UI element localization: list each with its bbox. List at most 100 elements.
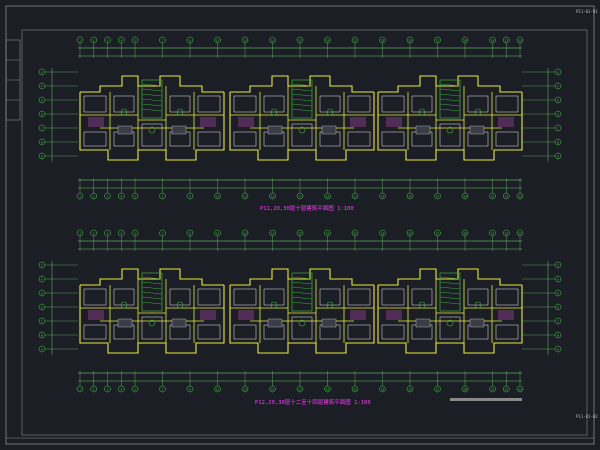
grid-bubble-label: G bbox=[41, 70, 43, 74]
grid-bubble-label: 4 bbox=[120, 195, 122, 199]
grid-bubble-label: 2 bbox=[93, 195, 95, 199]
grid-bubble-label: 29 bbox=[463, 232, 467, 236]
grid-bubble-label: D bbox=[41, 305, 43, 309]
grid-bubble-label: 23 bbox=[381, 195, 385, 199]
grid-bubble-label: 2 bbox=[93, 232, 95, 236]
grid-bubble-label: 17 bbox=[298, 232, 302, 236]
grid-bubble-label: D bbox=[557, 305, 559, 309]
grid-bubble-label: 7 bbox=[162, 195, 164, 199]
grid-bubble-label: 21 bbox=[353, 39, 357, 43]
grid-bubble-label: 33 bbox=[518, 388, 522, 392]
grid-bubble-label: 19 bbox=[326, 232, 330, 236]
grid-bubble-label: C bbox=[557, 319, 559, 323]
grid-bubble-label: 3 bbox=[107, 388, 109, 392]
grid-bubble-label: G bbox=[41, 263, 43, 267]
grid-bubble-label: 33 bbox=[518, 195, 522, 199]
grid-bubble-label: 27 bbox=[436, 39, 440, 43]
grid-bubble-label: 32 bbox=[504, 39, 508, 43]
grid-bubble-label: 21 bbox=[353, 232, 357, 236]
grid-bubble-label: 11 bbox=[216, 388, 220, 392]
grid-bubble-label: D bbox=[557, 112, 559, 116]
wet-area bbox=[415, 318, 431, 328]
grid-bubble-label: 32 bbox=[504, 195, 508, 199]
scale-bar bbox=[450, 398, 522, 401]
grid-bubble-label: 23 bbox=[381, 39, 385, 43]
corner-tag-top: P11-01-01 bbox=[576, 9, 598, 14]
wet-area bbox=[267, 318, 283, 328]
grid-bubble-label: 23 bbox=[381, 232, 385, 236]
grid-bubble-label: A bbox=[557, 154, 559, 158]
grid-bubble-label: 13 bbox=[243, 39, 247, 43]
grid-bubble-label: E bbox=[557, 291, 559, 295]
grid-bubble-label: 7 bbox=[162, 232, 164, 236]
grid-bubble-label: 3 bbox=[107, 39, 109, 43]
grid-bubble-label: 1 bbox=[79, 232, 81, 236]
grid-bubble-label: E bbox=[41, 291, 43, 295]
grid-bubble-label: 15 bbox=[271, 39, 275, 43]
grid-bubble-label: 13 bbox=[243, 388, 247, 392]
grid-bubble-label: 25 bbox=[408, 195, 412, 199]
wet-area bbox=[469, 125, 485, 135]
grid-bubble-label: 21 bbox=[353, 195, 357, 199]
grid-bubble-label: 31 bbox=[491, 232, 495, 236]
grid-bubble-label: C bbox=[41, 126, 43, 130]
grid-bubble-label: 9 bbox=[189, 388, 191, 392]
grid-bubble-label: 19 bbox=[326, 388, 330, 392]
grid-bubble-label: 5 bbox=[134, 195, 136, 199]
grid-bubble-label: 4 bbox=[120, 39, 122, 43]
grid-bubble-label: E bbox=[41, 98, 43, 102]
grid-bubble-label: 25 bbox=[408, 388, 412, 392]
grid-bubble-label: 7 bbox=[162, 39, 164, 43]
wet-area bbox=[171, 318, 187, 328]
grid-bubble-label: 15 bbox=[271, 195, 275, 199]
wet-area bbox=[117, 318, 133, 328]
grid-bubble-label: 11 bbox=[216, 232, 220, 236]
grid-bubble-label: 27 bbox=[436, 195, 440, 199]
grid-bubble-label: 17 bbox=[298, 388, 302, 392]
grid-bubble-label: G bbox=[557, 70, 559, 74]
wet-area bbox=[321, 125, 337, 135]
grid-bubble-label: 4 bbox=[120, 232, 122, 236]
grid-bubble-label: E bbox=[557, 98, 559, 102]
grid-bubble-label: 3 bbox=[107, 232, 109, 236]
grid-bubble-label: F bbox=[557, 84, 559, 88]
grid-bubble-label: 9 bbox=[189, 39, 191, 43]
grid-bubble-label: A bbox=[41, 347, 43, 351]
cad-drawing-canvas[interactable]: P11-01-01 P11-01-02 11223344557799111113… bbox=[0, 0, 600, 450]
grid-bubble-label: 27 bbox=[436, 232, 440, 236]
grid-bubble-label: 11 bbox=[216, 39, 220, 43]
grid-bubble-label: 4 bbox=[120, 388, 122, 392]
grid-bubble-label: 21 bbox=[353, 388, 357, 392]
grid-bubble-label: 5 bbox=[134, 388, 136, 392]
grid-bubble-label: B bbox=[41, 140, 43, 144]
wet-area bbox=[171, 125, 187, 135]
grid-bubble-label: G bbox=[557, 263, 559, 267]
grid-bubble-label: C bbox=[41, 319, 43, 323]
grid-bubble-label: 9 bbox=[189, 195, 191, 199]
grid-bubble-label: 19 bbox=[326, 195, 330, 199]
grid-bubble-label: 7 bbox=[162, 388, 164, 392]
grid-bubble-label: A bbox=[41, 154, 43, 158]
grid-bubble-label: B bbox=[557, 333, 559, 337]
grid-bubble-label: 32 bbox=[504, 232, 508, 236]
grid-bubble-label: 33 bbox=[518, 39, 522, 43]
grid-bubble-label: 27 bbox=[436, 388, 440, 392]
wet-area bbox=[469, 318, 485, 328]
corner-tag-bottom: P11-01-02 bbox=[576, 414, 598, 419]
grid-bubble-label: 3 bbox=[107, 195, 109, 199]
wet-area bbox=[267, 125, 283, 135]
plan-title-upper: P11,20,30层十层建筑平面图 1:100 bbox=[260, 204, 354, 212]
grid-bubble-label: 13 bbox=[243, 232, 247, 236]
grid-bubble-label: 33 bbox=[518, 232, 522, 236]
grid-bubble-label: 1 bbox=[79, 195, 81, 199]
grid-bubble-label: F bbox=[41, 277, 43, 281]
grid-bubble-label: 31 bbox=[491, 388, 495, 392]
grid-bubble-label: 17 bbox=[298, 195, 302, 199]
grid-bubble-label: 32 bbox=[504, 388, 508, 392]
grid-bubble-label: 25 bbox=[408, 232, 412, 236]
grid-bubble-label: 9 bbox=[189, 232, 191, 236]
grid-bubble-label: 25 bbox=[408, 39, 412, 43]
grid-bubble-label: F bbox=[557, 277, 559, 281]
grid-bubble-label: 29 bbox=[463, 39, 467, 43]
grid-bubble-label: 31 bbox=[491, 39, 495, 43]
